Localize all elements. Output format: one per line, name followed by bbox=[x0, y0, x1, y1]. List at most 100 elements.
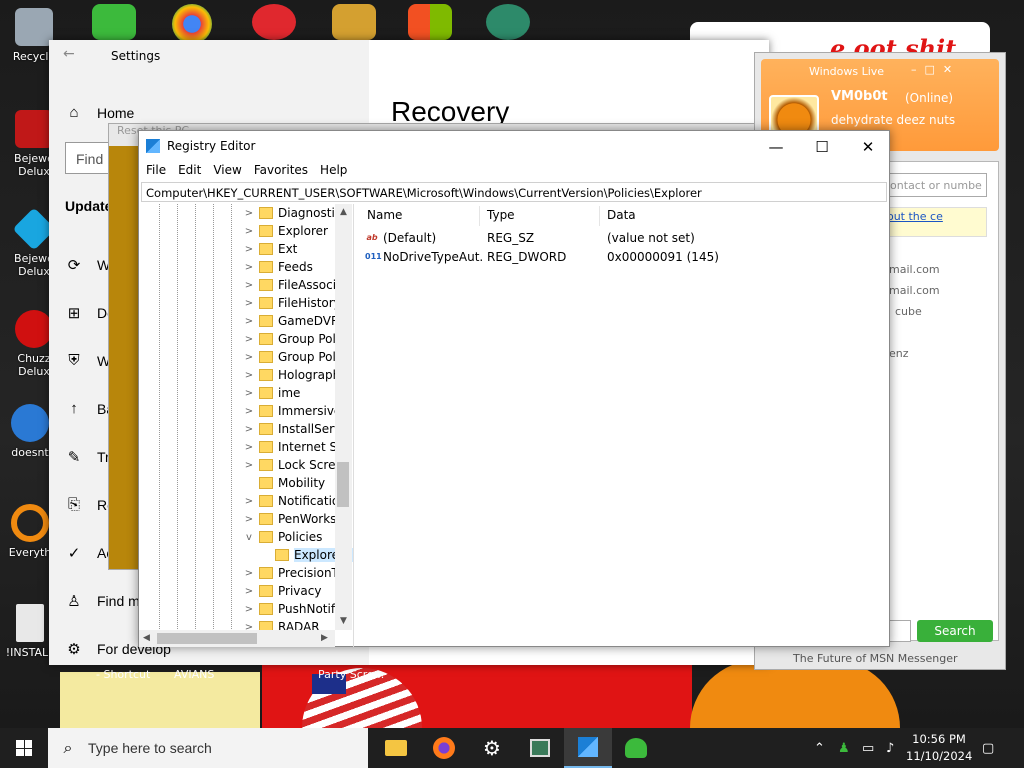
menu-help[interactable]: Help bbox=[320, 163, 347, 177]
cartoon-avatar-icon[interactable] bbox=[486, 4, 530, 40]
column-divider[interactable] bbox=[479, 206, 480, 226]
nav-activation[interactable]: ✓ Ac bbox=[65, 544, 114, 562]
contact-item[interactable]: mail.com bbox=[889, 284, 940, 297]
chevron-right-icon[interactable]: > bbox=[243, 244, 255, 255]
scroll-up-icon[interactable]: ▲ bbox=[340, 207, 347, 217]
chevron-right-icon[interactable]: > bbox=[243, 334, 255, 345]
contact-item[interactable]: cube bbox=[895, 305, 922, 318]
tree-item[interactable]: > Internet Set bbox=[243, 438, 338, 456]
windows-store-icon[interactable] bbox=[408, 4, 452, 40]
tree-item[interactable]: > FileAssociati bbox=[243, 276, 338, 294]
tree-item[interactable]: > Holographi bbox=[243, 366, 338, 384]
tree-item[interactable]: > Privacy bbox=[243, 582, 338, 600]
chevron-right-icon[interactable]: > bbox=[243, 604, 255, 615]
maximize-button[interactable]: ☐ bbox=[799, 133, 845, 161]
tray-volume[interactable]: ♪ bbox=[886, 728, 894, 768]
taskbar-clock[interactable]: 10:56 PM 11/10/2024 bbox=[906, 731, 972, 765]
nav-find-device[interactable]: ♙ Find m bbox=[65, 592, 140, 610]
tree-item[interactable]: v Policies bbox=[243, 528, 338, 546]
nav-home[interactable]: ⌂ Home bbox=[65, 104, 134, 121]
game-icon[interactable] bbox=[332, 4, 376, 40]
tree-item[interactable]: > FileHistory bbox=[243, 294, 338, 312]
menu-file[interactable]: File bbox=[146, 163, 166, 177]
tree-item[interactable]: > Explorer bbox=[243, 222, 338, 240]
scroll-left-icon[interactable]: ◀ bbox=[143, 633, 150, 643]
tree-item[interactable]: > ime bbox=[243, 384, 338, 402]
tree-item[interactable]: Mobility bbox=[243, 474, 338, 492]
taskbar-regedit[interactable] bbox=[564, 728, 612, 768]
tree-item[interactable]: > Ext bbox=[243, 240, 338, 258]
tree-item[interactable]: > Lock Screen bbox=[243, 456, 338, 474]
msn-search-contacts-input[interactable]: contact or numbe bbox=[875, 173, 987, 197]
tree-item[interactable]: > Diagnostics bbox=[243, 204, 338, 222]
notification-center-button[interactable]: ▢ bbox=[982, 728, 994, 768]
nav-troubleshoot[interactable]: ✎ Tr bbox=[65, 448, 110, 466]
taskbar-file-explorer[interactable] bbox=[372, 728, 420, 768]
tree-vertical-scrollbar[interactable]: ▲ ▼ bbox=[335, 204, 352, 630]
chevron-right-icon[interactable]: > bbox=[243, 352, 255, 363]
chevron-right-icon[interactable]: > bbox=[243, 496, 255, 507]
chevron-right-icon[interactable]: > bbox=[243, 298, 255, 309]
show-hidden-icons[interactable]: ⌃ bbox=[814, 728, 825, 768]
taskbar-firefox[interactable] bbox=[420, 728, 468, 768]
tree-item[interactable]: > PushNotific bbox=[243, 600, 338, 618]
tray-msn-status[interactable]: ♟ bbox=[838, 728, 850, 768]
menu-edit[interactable]: Edit bbox=[178, 163, 201, 177]
scroll-right-icon[interactable]: ▶ bbox=[321, 633, 328, 643]
msn-people-icon[interactable] bbox=[92, 4, 136, 40]
value-row[interactable]: 011 NoDriveTypeAut... REG_DWORD 0x000000… bbox=[365, 248, 885, 266]
chevron-right-icon[interactable]: > bbox=[243, 442, 255, 453]
taskbar-reset-pc[interactable] bbox=[516, 728, 564, 768]
tree-item[interactable]: > Group Polic bbox=[243, 330, 338, 348]
menu-favorites[interactable]: Favorites bbox=[254, 163, 308, 177]
tray-network[interactable]: ▭ bbox=[862, 728, 874, 768]
msn-window-controls[interactable]: –□✕ bbox=[911, 63, 960, 76]
chevron-right-icon[interactable]: > bbox=[243, 406, 255, 417]
contact-item[interactable]: enz bbox=[889, 347, 909, 360]
taskbar-settings[interactable]: ⚙ bbox=[468, 728, 516, 768]
taskbar-search-box[interactable]: ⌕ Type here to search bbox=[48, 728, 368, 768]
msn-personal-message[interactable]: dehydrate deez nuts bbox=[831, 113, 955, 127]
tree-item[interactable]: > Group Polic bbox=[243, 348, 338, 366]
scroll-thumb[interactable] bbox=[157, 633, 257, 644]
tree-item[interactable]: > ImmersiveS bbox=[243, 402, 338, 420]
chevron-right-icon[interactable]: > bbox=[243, 586, 255, 597]
address-bar[interactable]: Computer\HKEY_CURRENT_USER\SOFTWARE\Micr… bbox=[141, 182, 887, 202]
minimize-button[interactable]: — bbox=[753, 133, 799, 161]
chevron-right-icon[interactable]: > bbox=[243, 388, 255, 399]
chevron-right-icon[interactable]: > bbox=[243, 262, 255, 273]
column-data[interactable]: Data bbox=[607, 208, 636, 222]
scroll-down-icon[interactable]: ▼ bbox=[340, 616, 347, 626]
chevron-down-icon[interactable]: v bbox=[243, 532, 255, 543]
menu-view[interactable]: View bbox=[213, 163, 241, 177]
tree-item[interactable]: > PrecisionTo bbox=[243, 564, 338, 582]
nav-backup[interactable]: ↑ Ba bbox=[65, 400, 114, 417]
tree-item[interactable]: > Notification bbox=[243, 492, 338, 510]
value-row[interactable]: ab (Default) REG_SZ (value not set) bbox=[365, 229, 885, 247]
chevron-right-icon[interactable]: > bbox=[243, 226, 255, 237]
scroll-thumb[interactable] bbox=[337, 462, 349, 507]
chevron-right-icon[interactable]: > bbox=[243, 280, 255, 291]
column-type[interactable]: Type bbox=[487, 208, 515, 222]
chevron-right-icon[interactable]: > bbox=[243, 316, 255, 327]
chevron-right-icon[interactable]: > bbox=[243, 514, 255, 525]
start-button[interactable] bbox=[0, 728, 48, 768]
nav-security[interactable]: ⛨ W bbox=[65, 352, 110, 369]
tree-item[interactable]: > PenWorksp bbox=[243, 510, 338, 528]
nav-windows-update[interactable]: ⟳ W bbox=[65, 256, 111, 274]
tree-item[interactable]: > InstallServic bbox=[243, 420, 338, 438]
column-name[interactable]: Name bbox=[367, 208, 402, 222]
msn-search-button[interactable]: Search bbox=[917, 620, 993, 642]
column-divider[interactable] bbox=[599, 206, 600, 226]
taskbar-msn[interactable] bbox=[612, 728, 660, 768]
p-app-icon[interactable] bbox=[252, 4, 296, 40]
chevron-right-icon[interactable]: > bbox=[243, 208, 255, 219]
tree-horizontal-scrollbar[interactable]: ◀ ▶ bbox=[139, 630, 335, 647]
chevron-right-icon[interactable]: > bbox=[243, 424, 255, 435]
chevron-right-icon[interactable]: > bbox=[243, 460, 255, 471]
msn-notice-link[interactable]: bout the ce bbox=[875, 207, 987, 237]
chevron-right-icon[interactable]: > bbox=[243, 568, 255, 579]
contact-item[interactable]: mail.com bbox=[889, 263, 940, 276]
close-button[interactable]: ✕ bbox=[845, 133, 891, 161]
chrome-icon[interactable] bbox=[172, 4, 212, 44]
